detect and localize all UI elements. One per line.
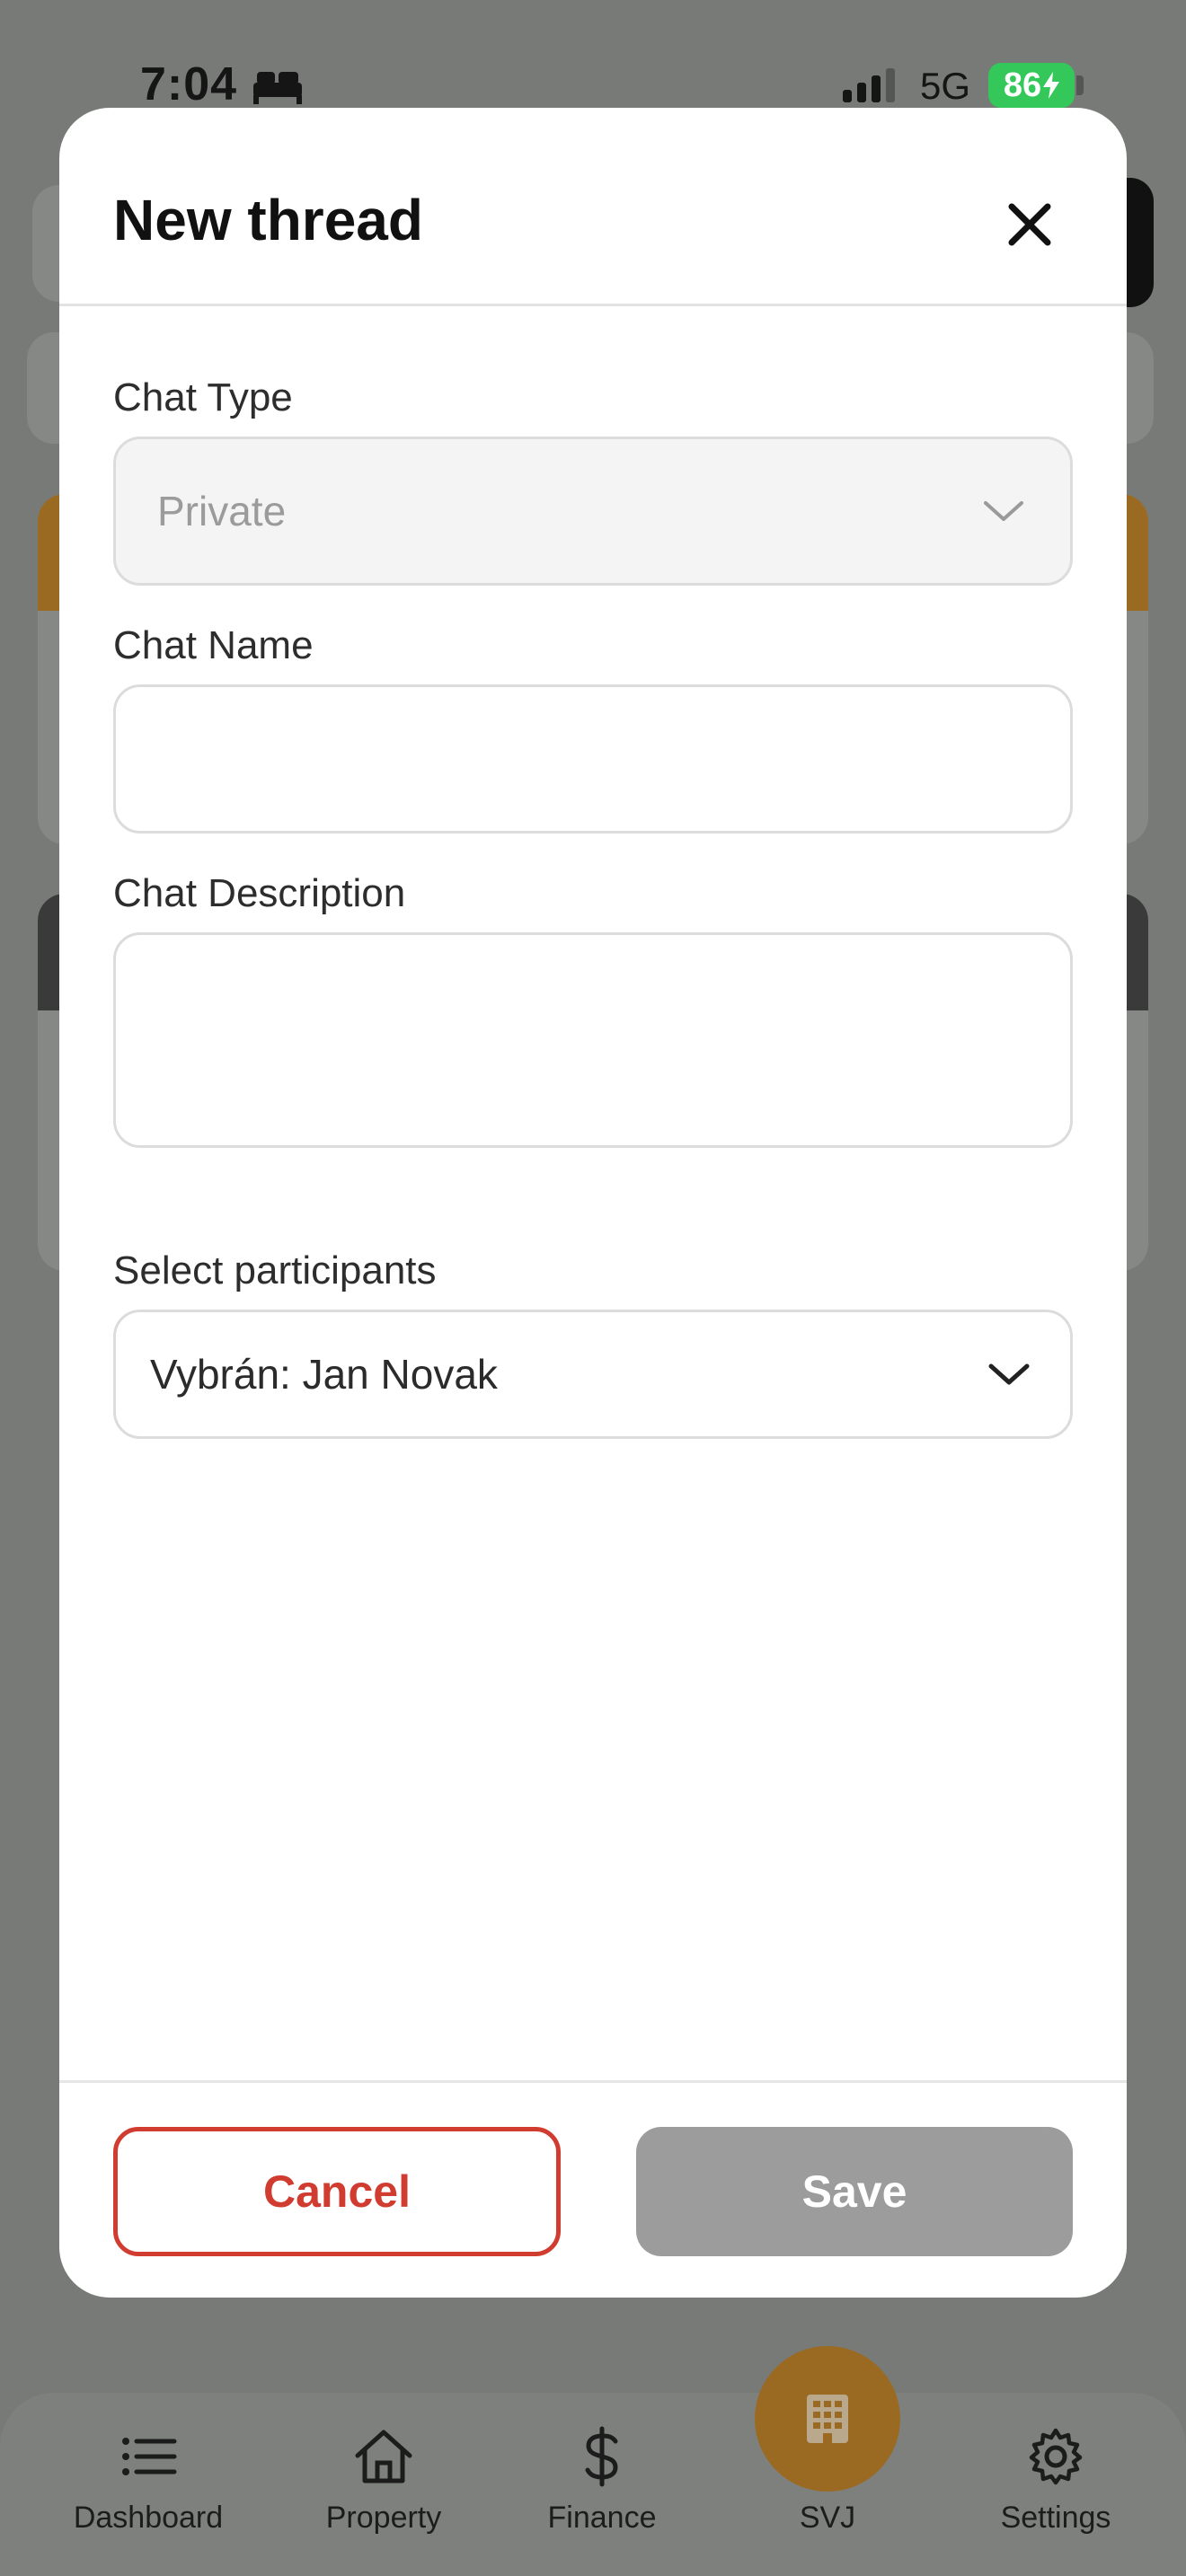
screen: 7:04 5G 86 New thread Chat Type Private	[0, 0, 1186, 2576]
bed-icon	[253, 72, 302, 104]
tab-settings[interactable]: Settings	[952, 2425, 1159, 2536]
chevron-down-icon	[988, 1363, 1030, 1385]
chat-type-value: Private	[157, 488, 287, 534]
footer-divider	[59, 2080, 1127, 2083]
tab-label: Settings	[1000, 2501, 1111, 2535]
save-button[interactable]: Save	[636, 2127, 1073, 2256]
battery-indicator: 86	[988, 63, 1075, 108]
chevron-down-icon	[984, 501, 1023, 521]
chat-name-input[interactable]	[113, 684, 1073, 834]
tab-finance[interactable]: Finance	[499, 2425, 705, 2536]
new-thread-modal: New thread Chat Type Private Chat Name C…	[59, 108, 1127, 2298]
tab-dashboard[interactable]: Dashboard	[45, 2425, 252, 2536]
participants-select[interactable]: Vybrán: Jan Novak	[113, 1310, 1073, 1439]
gear-icon	[1029, 2428, 1083, 2485]
list-icon	[122, 2438, 177, 2475]
participants-label: Select participants	[113, 1248, 437, 1292]
battery-level: 86	[1003, 66, 1042, 104]
tab-label: Property	[325, 2501, 442, 2535]
close-button[interactable]	[994, 189, 1066, 260]
tab-label: Finance	[547, 2501, 657, 2535]
chat-description-label: Chat Description	[113, 871, 406, 915]
tab-label: SVJ	[799, 2501, 856, 2535]
home-icon	[355, 2430, 412, 2483]
close-icon	[1008, 203, 1051, 246]
tab-label: Dashboard	[73, 2501, 224, 2535]
header-divider	[59, 304, 1127, 306]
network-type: 5G	[920, 65, 971, 107]
tab-svj[interactable]	[755, 2346, 900, 2492]
battery-tip	[1076, 75, 1084, 95]
dollar-icon	[585, 2426, 618, 2487]
building-icon	[807, 2395, 848, 2443]
chat-description-input[interactable]	[113, 932, 1073, 1148]
chat-type-label: Chat Type	[113, 375, 293, 419]
signal-icon	[843, 68, 895, 102]
charging-icon	[1043, 72, 1060, 99]
modal-title: New thread	[113, 188, 423, 252]
tab-property[interactable]: Property	[280, 2425, 487, 2536]
participants-value: Vybrán: Jan Novak	[150, 1351, 498, 1398]
cancel-button[interactable]: Cancel	[113, 2127, 561, 2256]
chat-name-label: Chat Name	[113, 623, 314, 667]
chat-type-select[interactable]: Private	[113, 437, 1073, 586]
status-time: 7:04	[140, 58, 238, 110]
